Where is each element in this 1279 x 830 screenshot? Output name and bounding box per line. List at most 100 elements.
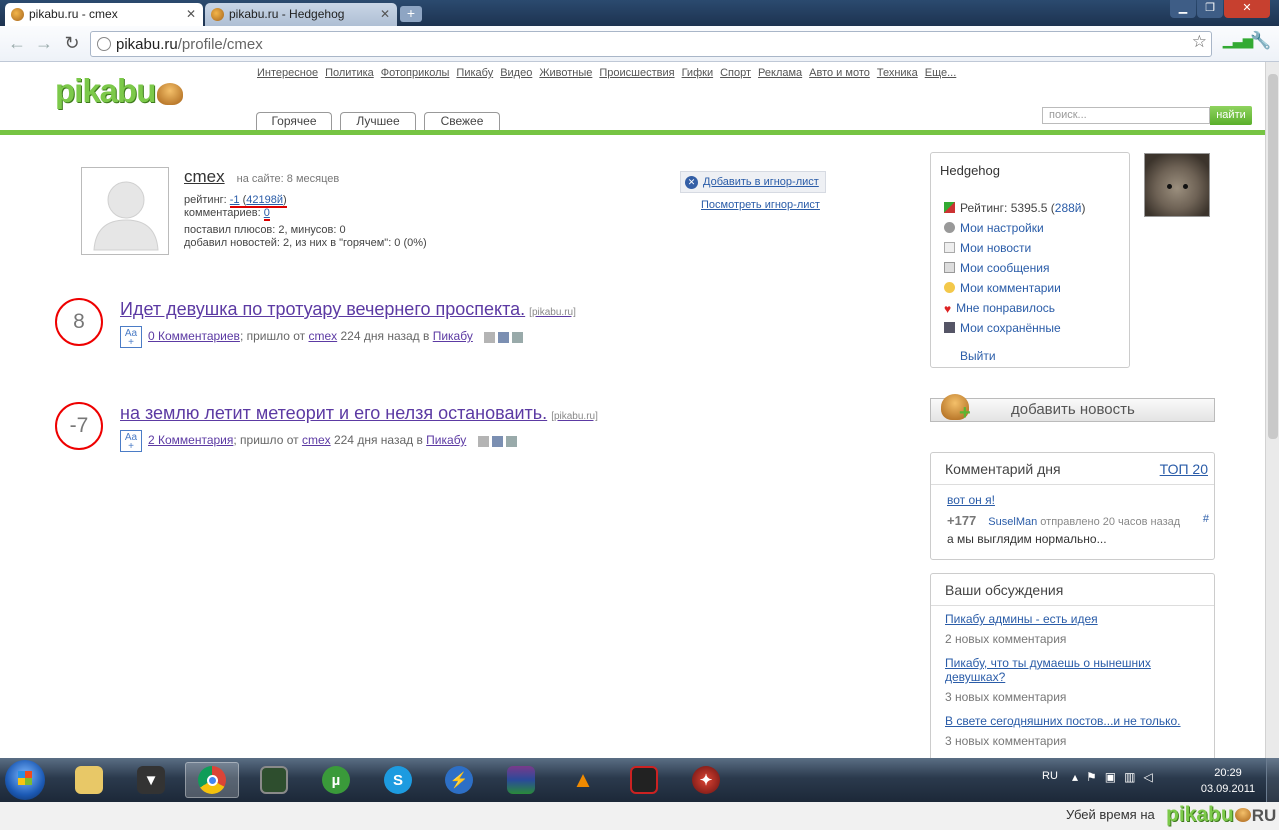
nav-link[interactable]: Техника bbox=[877, 67, 918, 79]
menu-item-label[interactable]: Мои настройки bbox=[960, 221, 1044, 235]
nav-link[interactable]: Еще... bbox=[925, 67, 957, 79]
top-20-link[interactable]: ТОП 20 bbox=[1160, 461, 1208, 477]
menu-item-settings[interactable]: Мои настройки bbox=[944, 218, 1086, 238]
taskbar-utorrent[interactable]: µ bbox=[309, 762, 363, 798]
user-rating-rank[interactable]: 288й bbox=[1055, 201, 1082, 215]
address-bar[interactable]: pikabu.ru/profile/cmex ☆ bbox=[90, 31, 1212, 57]
menu-item-saved[interactable]: Мои сохранённые bbox=[944, 318, 1086, 338]
post-author-link[interactable]: cmex bbox=[309, 329, 338, 343]
menu-item-label[interactable]: Мои комментарии bbox=[960, 281, 1061, 295]
taskbar-vlc[interactable]: ▲ bbox=[556, 762, 610, 798]
nav-link[interactable]: Гифки bbox=[682, 67, 714, 79]
nav-link[interactable]: Видео bbox=[500, 67, 532, 79]
close-tab-icon[interactable]: ✕ bbox=[380, 3, 390, 25]
extension-signal-icon[interactable]: ▁▃▅ bbox=[1223, 33, 1253, 49]
discussion-link[interactable]: Пикабу, что ты думаешь о нынешних девушк… bbox=[945, 656, 1151, 684]
nav-link[interactable]: Фотоприколы bbox=[381, 67, 450, 79]
add-to-ignore-link[interactable]: Добавить в игнор-лист bbox=[703, 176, 819, 188]
tab-best[interactable]: Лучшее bbox=[340, 112, 416, 130]
browser-tab-hedgehog[interactable]: pikabu.ru - Hedgehog ✕ bbox=[205, 3, 397, 26]
view-ignore-list-link[interactable]: Посмотреть игнор-лист bbox=[701, 199, 820, 211]
nav-link[interactable]: Пикабу bbox=[456, 67, 493, 79]
network-icon[interactable]: ▥ bbox=[1124, 770, 1143, 784]
nav-link[interactable]: Реклама bbox=[758, 67, 802, 79]
search-button[interactable]: найти bbox=[1210, 106, 1252, 125]
menu-item-label[interactable]: Мне понравилось bbox=[956, 301, 1055, 315]
site-logo[interactable]: pikabu bbox=[55, 72, 184, 110]
taskbar-warcraft[interactable]: ✦ bbox=[679, 762, 733, 798]
rating-rank[interactable]: 42198й bbox=[246, 194, 283, 206]
window-close-button[interactable]: ✕ bbox=[1224, 0, 1270, 18]
taskbar-game[interactable] bbox=[617, 762, 671, 798]
rating-value[interactable]: -1 bbox=[230, 194, 240, 206]
show-desktop-button[interactable] bbox=[1266, 758, 1279, 802]
flag-icon[interactable]: ⚑ bbox=[1086, 770, 1105, 784]
post-comments-link[interactable]: 2 Комментария bbox=[148, 433, 233, 447]
post-author-link[interactable]: cmex bbox=[302, 433, 331, 447]
font-size-icon[interactable]: Aa + bbox=[120, 326, 142, 348]
save-icon[interactable] bbox=[477, 435, 489, 447]
volume-icon[interactable]: ◁ bbox=[1143, 770, 1160, 784]
bookmark-star-icon[interactable]: ☆ bbox=[1192, 32, 1207, 52]
tray-app-icon[interactable]: ▣ bbox=[1105, 770, 1124, 784]
taskbar-skype[interactable]: S bbox=[371, 762, 425, 798]
nav-link[interactable]: Происшествия bbox=[599, 67, 674, 79]
discussion-link[interactable]: В свете сегодняшних постов...и не только… bbox=[945, 714, 1181, 728]
taskbar-daemon[interactable]: ⚡ bbox=[432, 762, 486, 798]
back-icon[interactable]: ← bbox=[6, 32, 28, 54]
minimize-button[interactable]: ▁ bbox=[1170, 0, 1196, 18]
search-input[interactable]: поиск... bbox=[1042, 107, 1210, 124]
taskbar-app-fox[interactable]: ▼ bbox=[124, 762, 178, 798]
taskbar-monitor[interactable] bbox=[247, 762, 301, 798]
tray-arrow-icon[interactable]: ▴ bbox=[1072, 770, 1086, 784]
keyboard-language[interactable]: RU bbox=[1042, 770, 1058, 782]
menu-item-label[interactable]: Мои сообщения bbox=[960, 261, 1049, 275]
page-scrollbar[interactable] bbox=[1265, 62, 1279, 758]
facebook-icon[interactable] bbox=[498, 331, 510, 343]
wrench-icon[interactable]: 🔧 bbox=[1250, 31, 1271, 51]
taskbar-chrome[interactable] bbox=[185, 762, 239, 798]
comments-count[interactable]: 0 bbox=[263, 207, 270, 221]
user-avatar-hedgehog[interactable] bbox=[1144, 153, 1210, 217]
discussion-link[interactable]: Пикабу админы - есть идея bbox=[945, 612, 1098, 626]
twitter-icon[interactable] bbox=[505, 435, 517, 447]
add-news-button[interactable]: + добавить новость bbox=[930, 394, 1215, 423]
taskbar-winrar[interactable] bbox=[494, 762, 548, 798]
add-to-ignore-button[interactable]: ✕ Добавить в игнор-лист bbox=[680, 171, 826, 193]
post-title[interactable]: Идет девушка по тротуару вечернего просп… bbox=[120, 299, 525, 319]
logout-item[interactable]: Выйти bbox=[944, 346, 1086, 366]
menu-item-news[interactable]: Мои новости bbox=[944, 238, 1086, 258]
post-category-link[interactable]: Пикабу bbox=[426, 433, 466, 447]
post-category-link[interactable]: Пикабу bbox=[433, 329, 473, 343]
nav-link[interactable]: Спорт bbox=[720, 67, 751, 79]
tab-hot[interactable]: Горячее bbox=[256, 112, 332, 130]
reload-icon[interactable]: ↻ bbox=[61, 32, 83, 54]
comment-permalink[interactable]: # bbox=[1203, 513, 1209, 525]
menu-item-label[interactable]: Мои сохранённые bbox=[960, 321, 1061, 335]
comment-user-link[interactable]: SuselMan bbox=[988, 516, 1037, 528]
post-title[interactable]: на землю летит метеорит и его нелзя оста… bbox=[120, 403, 547, 423]
profile-username[interactable]: cmex bbox=[184, 167, 225, 186]
post-comments-link[interactable]: 0 Комментариев bbox=[148, 329, 240, 343]
browser-tab-cmex[interactable]: pikabu.ru - cmex ✕ bbox=[5, 3, 203, 26]
clock[interactable]: 20:29 03.09.2011 bbox=[1198, 765, 1258, 797]
save-icon[interactable] bbox=[484, 331, 496, 343]
comment-post-link[interactable]: вот он я! bbox=[947, 493, 995, 507]
nav-link[interactable]: Авто и мото bbox=[809, 67, 870, 79]
new-tab-button[interactable]: + bbox=[400, 6, 422, 22]
nav-link[interactable]: Политика bbox=[325, 67, 374, 79]
twitter-icon[interactable] bbox=[512, 331, 524, 343]
menu-item-comments[interactable]: Мои комментарии bbox=[944, 278, 1086, 298]
close-tab-icon[interactable]: ✕ bbox=[186, 3, 196, 25]
menu-item-label[interactable]: Мои новости bbox=[960, 241, 1031, 255]
taskbar-explorer[interactable] bbox=[62, 762, 116, 798]
tab-fresh[interactable]: Свежее bbox=[424, 112, 500, 130]
start-button[interactable] bbox=[5, 760, 45, 800]
facebook-icon[interactable] bbox=[491, 435, 503, 447]
nav-link[interactable]: Интересное bbox=[257, 67, 318, 79]
maximize-button[interactable]: ❐ bbox=[1197, 0, 1223, 18]
font-size-icon[interactable]: Aa + bbox=[120, 430, 142, 452]
nav-link[interactable]: Животные bbox=[539, 67, 592, 79]
menu-item-messages[interactable]: Мои сообщения bbox=[944, 258, 1086, 278]
forward-icon[interactable]: → bbox=[33, 32, 55, 54]
